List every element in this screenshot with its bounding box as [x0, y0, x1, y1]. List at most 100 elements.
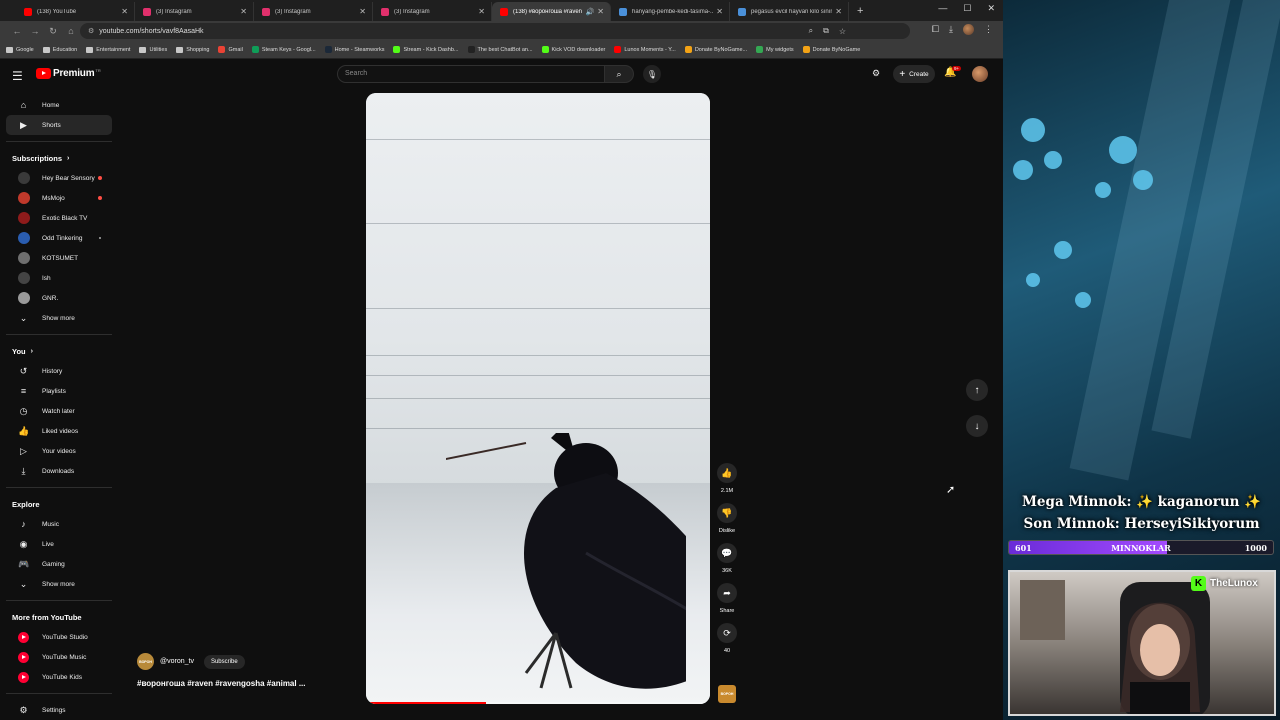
cast-icon[interactable]: ⚙: [872, 68, 880, 79]
subscribe-button[interactable]: Subscribe: [203, 654, 245, 669]
tab-audio-icon[interactable]: 🔊: [586, 8, 595, 16]
subscriptions-heading[interactable]: Subscriptions ›: [0, 148, 118, 168]
folder-icon: [42, 46, 50, 53]
subscription-item[interactable]: Odd Tinkering: [6, 228, 112, 248]
sidebar-item-downloads[interactable]: ⤓ Downloads: [6, 461, 112, 481]
channel-avatar[interactable]: ВОРОН: [137, 653, 154, 670]
bookmark-item[interactable]: Gmail: [218, 46, 243, 53]
share-button[interactable]: ➦ Share: [716, 583, 738, 616]
subscription-item[interactable]: MsMojo: [6, 188, 112, 208]
explore-show-more[interactable]: ⌄ Show more: [6, 574, 112, 594]
search-lens-icon[interactable]: ⌕: [809, 26, 813, 36]
sidebar-item-music[interactable]: ♪ Music: [6, 514, 112, 534]
sidebar-item-playlists[interactable]: ≡ Playlists: [6, 381, 112, 401]
bookmark-item[interactable]: Stream - Kick Dashb...: [393, 46, 459, 53]
like-button[interactable]: 👍 2.1M: [716, 463, 738, 496]
browser-tab[interactable]: hanyang-pembe-kedi-tasima-... ✕: [611, 2, 730, 21]
tab-close-icon[interactable]: ✕: [240, 7, 247, 16]
bookmark-item[interactable]: The best ChatBot an...: [467, 46, 533, 53]
subscription-item[interactable]: GNR.: [6, 288, 112, 308]
youtube-premium-logo[interactable]: Premium TR: [36, 68, 101, 79]
bookmark-item[interactable]: My widgets: [756, 46, 794, 53]
bookmark-item[interactable]: Donate ByNoGame: [802, 46, 860, 53]
sidebar-item-gaming[interactable]: 🎮 Gaming: [6, 554, 112, 574]
bookmark-item[interactable]: Education: [42, 46, 77, 53]
site-info-icon[interactable]: ⚙: [88, 27, 94, 35]
maximize-icon[interactable]: ☐: [963, 3, 971, 14]
explore-heading[interactable]: Explore: [0, 494, 118, 514]
browser-tab[interactable]: (3) Instagram ✕: [135, 2, 254, 21]
minimize-icon[interactable]: —: [938, 3, 947, 14]
sidebar-item-youtube-kids[interactable]: YouTube Kids: [6, 667, 112, 687]
shorts-video-player[interactable]: [366, 93, 710, 704]
profile-avatar-icon[interactable]: [963, 24, 974, 35]
browser-tab[interactable]: (3) Instagram ✕: [373, 2, 492, 21]
sound-thumbnail[interactable]: ВОРОН: [718, 685, 736, 703]
bookmark-item[interactable]: Shopping: [176, 46, 209, 53]
browser-tab[interactable]: pegasus evcil hayvan kilo sınır ✕: [730, 2, 849, 21]
more-from-youtube-heading[interactable]: More from YouTube: [0, 607, 118, 627]
dislike-button[interactable]: 👎 Dislike: [716, 503, 738, 536]
search-button[interactable]: ⌕: [604, 65, 634, 83]
tab-close-icon[interactable]: ✕: [716, 7, 723, 16]
browser-tab[interactable]: (138) YouTube ✕: [16, 2, 135, 21]
browser-menu-icon[interactable]: ⋮: [984, 24, 993, 35]
url-field[interactable]: ⚙ youtube.com/shorts/vavf8AasaHk ⌕ ⧉ ☆: [80, 23, 910, 39]
bookmark-item[interactable]: Utilities: [139, 46, 167, 53]
sidebar-item-shorts[interactable]: ▶ Shorts: [6, 115, 112, 135]
tab-close-icon[interactable]: ✕: [359, 7, 366, 16]
extensions-icon[interactable]: ⧠: [932, 24, 939, 35]
bookmark-item[interactable]: Google: [6, 46, 34, 53]
hamburger-menu-icon[interactable]: ☰: [12, 69, 23, 83]
subscriptions-show-more[interactable]: ⌄ Show more: [6, 308, 112, 328]
sidebar-item-youtube-studio[interactable]: YouTube Studio: [6, 627, 112, 647]
create-button[interactable]: + Create: [893, 65, 935, 83]
search-input[interactable]: Search: [337, 65, 605, 83]
sidebar-item-live[interactable]: ◉ Live: [6, 534, 112, 554]
install-app-icon[interactable]: ⧉: [823, 26, 829, 36]
tab-close-icon[interactable]: ✕: [597, 7, 604, 16]
forward-icon[interactable]: →: [26, 26, 44, 36]
subscription-item[interactable]: Hey Bear Sensory: [6, 168, 112, 188]
subscription-item[interactable]: Ish: [6, 268, 112, 288]
sidebar-item-watch-later[interactable]: ◷ Watch later: [6, 401, 112, 421]
bookmark-item[interactable]: Steam Keys - Googl...: [251, 46, 316, 53]
back-icon[interactable]: ←: [8, 26, 26, 36]
subscription-item[interactable]: Exotic Black TV: [6, 208, 112, 228]
comments-button[interactable]: 💬 36K: [716, 543, 738, 576]
tab-close-icon[interactable]: ✕: [121, 7, 128, 16]
reload-icon[interactable]: ↻: [44, 26, 62, 37]
sidebar-item-liked-videos[interactable]: 👍 Liked videos: [6, 421, 112, 441]
you-heading-label: You: [12, 346, 26, 356]
previous-short-button[interactable]: ↑: [966, 379, 988, 401]
sidebar-item-settings[interactable]: ⚙ Settings: [6, 700, 112, 720]
subscription-item[interactable]: KOTSUMET: [6, 248, 112, 268]
bookmark-item[interactable]: Lunox Moments - Y...: [614, 46, 676, 53]
sidebar-item-youtube-music[interactable]: YouTube Music: [6, 647, 112, 667]
video-progress-bar[interactable]: [366, 702, 710, 704]
short-caption[interactable]: #воронгоша #raven #ravengosha #animal ..…: [137, 679, 306, 688]
tab-close-icon[interactable]: ✕: [835, 7, 842, 16]
bookmark-star-icon[interactable]: ☆: [839, 27, 846, 36]
bookmark-item[interactable]: Kick VOD downloader: [541, 46, 605, 53]
voice-search-button[interactable]: 🎙: [643, 65, 661, 83]
tab-close-icon[interactable]: ✕: [478, 7, 485, 16]
home-browser-icon[interactable]: ⌂: [62, 26, 80, 36]
next-short-button[interactable]: ↓: [966, 415, 988, 437]
close-window-icon[interactable]: ✕: [987, 3, 995, 14]
new-tab-button[interactable]: +: [857, 5, 863, 17]
remix-button[interactable]: ⟳ 40: [716, 623, 738, 656]
you-heading[interactable]: You ›: [0, 341, 118, 361]
bookmark-item[interactable]: Donate ByNoGame...: [684, 46, 747, 53]
sidebar-item-your-videos[interactable]: ▷ Your videos: [6, 441, 112, 461]
channel-name[interactable]: @voron_tv: [160, 658, 194, 665]
browser-tab[interactable]: (3) Instagram ✕: [254, 2, 373, 21]
account-avatar[interactable]: [972, 66, 988, 82]
bookmark-item[interactable]: Entertainment: [86, 46, 130, 53]
downloads-toolbar-icon[interactable]: ⤓: [949, 24, 953, 35]
browser-tab[interactable]: (138) #воронгоша #raven 🔊 ✕: [492, 2, 611, 21]
sidebar-item-home[interactable]: ⌂ Home: [6, 95, 112, 115]
bookmark-label: Google: [16, 46, 34, 53]
bookmark-item[interactable]: Home - Steamworks: [324, 46, 384, 53]
sidebar-item-history[interactable]: ↺ History: [6, 361, 112, 381]
